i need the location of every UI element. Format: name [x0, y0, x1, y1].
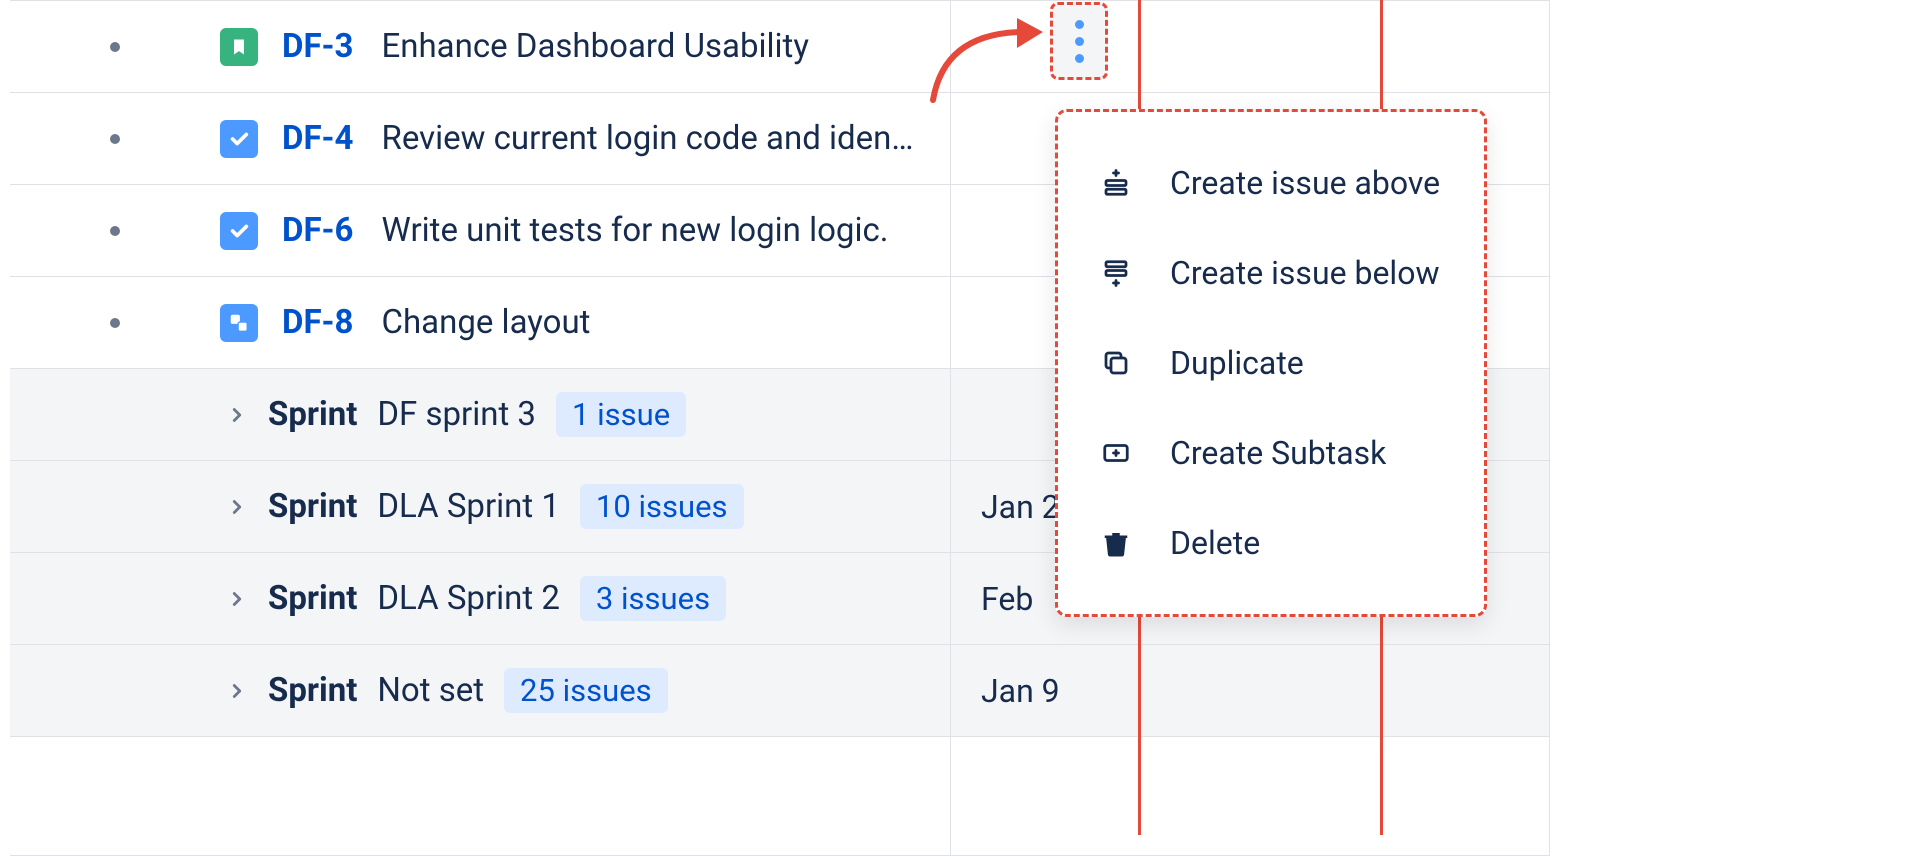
kebab-dot-icon — [1075, 20, 1084, 29]
dropdown-item-label: Create issue above — [1170, 164, 1440, 202]
delete-item[interactable]: Delete — [1058, 498, 1484, 588]
issue-key[interactable]: DF-4 — [282, 119, 354, 158]
issue-key[interactable]: DF-8 — [282, 303, 354, 342]
create-subtask-item[interactable]: Create Subtask — [1058, 408, 1484, 498]
duplicate-item[interactable]: Duplicate — [1058, 318, 1484, 408]
issue-title[interactable]: Write unit tests for new login logic. — [382, 211, 951, 250]
empty-row — [10, 736, 1550, 856]
chevron-right-icon[interactable] — [226, 680, 248, 702]
chevron-right-icon[interactable] — [226, 404, 248, 426]
dropdown-item-label: Delete — [1170, 524, 1260, 562]
summary-cell: Sprint DF sprint 3 1 issue — [10, 369, 950, 460]
issue-key[interactable]: DF-6 — [282, 211, 354, 250]
summary-cell: DF-3 Enhance Dashboard Usability — [10, 1, 950, 92]
sprint-name: Not set — [377, 671, 484, 710]
subtask-icon — [220, 304, 258, 342]
dropdown-item-label: Duplicate — [1170, 344, 1304, 382]
create-issue-below-item[interactable]: Create issue below — [1058, 228, 1484, 318]
summary-cell: DF-8 Change layout — [10, 277, 950, 368]
sprint-name: DF sprint 3 — [377, 395, 536, 434]
issue-count-badge: 10 issues — [580, 484, 744, 529]
issue-count-badge: 25 issues — [504, 668, 668, 713]
dropdown-item-label: Create Subtask — [1170, 434, 1386, 472]
bullet-icon — [110, 318, 120, 328]
kebab-dot-icon — [1075, 54, 1084, 63]
sprint-label: Sprint — [268, 487, 357, 526]
sprint-row[interactable]: Sprint Not set 25 issues Jan 9 — [10, 644, 1550, 736]
bullet-icon — [110, 226, 120, 236]
sprint-label: Sprint — [268, 579, 357, 618]
more-actions-dropdown: Create issue above Create issue below Du… — [1055, 109, 1487, 617]
task-icon — [220, 212, 258, 250]
summary-cell: Sprint DLA Sprint 2 3 issues — [10, 553, 950, 644]
insert-above-icon — [1098, 168, 1134, 198]
issue-row[interactable]: DF-3 Enhance Dashboard Usability — [10, 0, 1550, 92]
issue-title[interactable]: Review current login code and iden… — [382, 119, 951, 158]
issue-key[interactable]: DF-3 — [282, 27, 354, 66]
date-cell — [950, 1, 1550, 92]
task-icon — [220, 120, 258, 158]
insert-below-icon — [1098, 258, 1134, 288]
date-cell: Jan 9 — [950, 645, 1550, 736]
create-subtask-icon — [1098, 438, 1134, 468]
sprint-label: Sprint — [268, 671, 357, 710]
chevron-right-icon[interactable] — [226, 588, 248, 610]
summary-cell: Sprint Not set 25 issues — [10, 645, 950, 736]
issue-title[interactable]: Change layout — [382, 303, 951, 342]
more-actions-button[interactable] — [1050, 2, 1108, 80]
sprint-name: DLA Sprint 1 — [377, 487, 560, 526]
issue-count-badge: 3 issues — [580, 576, 726, 621]
sprint-label: Sprint — [268, 395, 357, 434]
summary-cell: Sprint DLA Sprint 1 10 issues — [10, 461, 950, 552]
create-issue-above-item[interactable]: Create issue above — [1058, 138, 1484, 228]
issue-count-badge: 1 issue — [556, 392, 686, 437]
summary-cell: DF-6 Write unit tests for new login logi… — [10, 185, 950, 276]
story-icon — [220, 28, 258, 66]
sprint-name: DLA Sprint 2 — [377, 579, 560, 618]
trash-icon — [1098, 528, 1134, 558]
dropdown-item-label: Create issue below — [1170, 254, 1440, 292]
chevron-right-icon[interactable] — [226, 496, 248, 518]
duplicate-icon — [1098, 348, 1134, 378]
issue-title[interactable]: Enhance Dashboard Usability — [382, 27, 951, 66]
bullet-icon — [110, 42, 120, 52]
summary-cell: DF-4 Review current login code and iden… — [10, 93, 950, 184]
kebab-dot-icon — [1075, 37, 1084, 46]
bullet-icon — [110, 134, 120, 144]
